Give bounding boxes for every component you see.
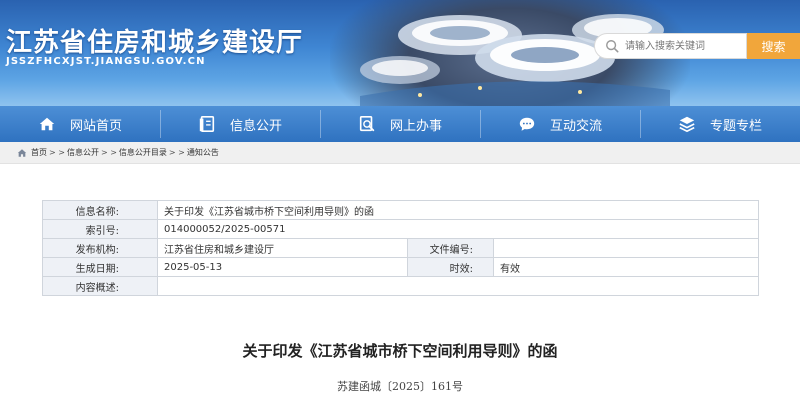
search-file-icon — [359, 115, 375, 132]
home-icon — [39, 117, 55, 131]
table-row: 发布机构: 江苏省住房和城乡建设厅 文件编号: — [42, 238, 759, 258]
site-url: JSSZFHCXJST.JIANGSU.GOV.CN — [6, 56, 206, 67]
breadcrumb: 首页 > > 信息公开 > > 信息公开目录 > > 通知公告 — [0, 142, 800, 164]
search-box[interactable] — [594, 33, 747, 59]
info-publisher-value: 江苏省住房和城乡建设厅 — [157, 238, 408, 258]
info-date-label: 生成日期: — [42, 257, 158, 277]
nav-item-info-public[interactable]: 信息公开 — [160, 106, 320, 142]
info-index-value: 014000052/2025-00571 — [157, 219, 759, 239]
info-validity-label: 时效: — [407, 257, 494, 277]
breadcrumb-item-info-public[interactable]: 信息公开 — [67, 147, 99, 158]
nav-item-home[interactable]: 网站首页 — [0, 106, 160, 142]
breadcrumb-home-icon — [17, 148, 27, 157]
nav-item-online-service[interactable]: 网上办事 — [320, 106, 480, 142]
breadcrumb-item-notices[interactable]: 通知公告 — [187, 147, 219, 158]
info-date-value: 2025-05-13 — [157, 257, 408, 277]
table-row: 索引号: 014000052/2025-00571 — [42, 219, 759, 239]
site-header: 江苏省住房和城乡建设厅 JSSZFHCXJST.JIANGSU.GOV.CN 搜… — [0, 0, 800, 106]
nav-item-special-topics[interactable]: 专题专栏 — [640, 106, 800, 142]
nav-label: 网站首页 — [69, 118, 122, 134]
info-index-label: 索引号: — [42, 219, 158, 239]
info-docno-value — [493, 238, 759, 258]
nav-label: 专题专栏 — [709, 118, 762, 134]
search-icon — [606, 40, 619, 53]
nav-label: 网上办事 — [389, 118, 442, 134]
breadcrumb-separator: > > — [168, 148, 185, 157]
info-docno-label: 文件编号: — [407, 238, 494, 258]
document-icon — [199, 115, 215, 133]
info-summary-value — [157, 276, 759, 296]
nav-item-interaction[interactable]: 互动交流 — [480, 106, 640, 142]
chat-icon — [519, 117, 535, 131]
breadcrumb-item-catalog[interactable]: 信息公开目录 — [119, 147, 167, 158]
site-title: 江苏省住房和城乡建设厅 — [6, 28, 304, 58]
info-name-label: 信息名称: — [42, 200, 158, 220]
table-row: 信息名称: 关于印发《江苏省城市桥下空间利用导则》的函 — [42, 200, 759, 220]
info-summary-label: 内容概述: — [42, 276, 158, 296]
layers-icon — [679, 116, 695, 133]
document-number: 苏建函城〔2025〕161号 — [337, 380, 463, 393]
search-button[interactable]: 搜索 — [747, 33, 800, 59]
breadcrumb-separator: > > — [49, 148, 65, 157]
main-nav: 网站首页 信息公开 网上办事 互动交流 专题专栏 — [0, 106, 800, 142]
document-info-table: 信息名称: 关于印发《江苏省城市桥下空间利用导则》的函 索引号: 0140000… — [42, 200, 759, 296]
nav-label: 信息公开 — [229, 118, 282, 134]
search-input[interactable] — [625, 35, 745, 57]
info-publisher-label: 发布机构: — [42, 238, 158, 258]
info-validity-value: 有效 — [493, 257, 759, 277]
info-name-value: 关于印发《江苏省城市桥下空间利用导则》的函 — [157, 200, 759, 220]
table-row: 生成日期: 2025-05-13 时效: 有效 — [42, 257, 759, 277]
nav-label: 互动交流 — [549, 118, 602, 134]
breadcrumb-separator: > > — [100, 148, 117, 157]
table-row: 内容概述: — [42, 276, 759, 296]
document-title: 关于印发《江苏省城市桥下空间利用导则》的函 — [242, 342, 558, 360]
breadcrumb-item-home[interactable]: 首页 — [31, 147, 47, 158]
